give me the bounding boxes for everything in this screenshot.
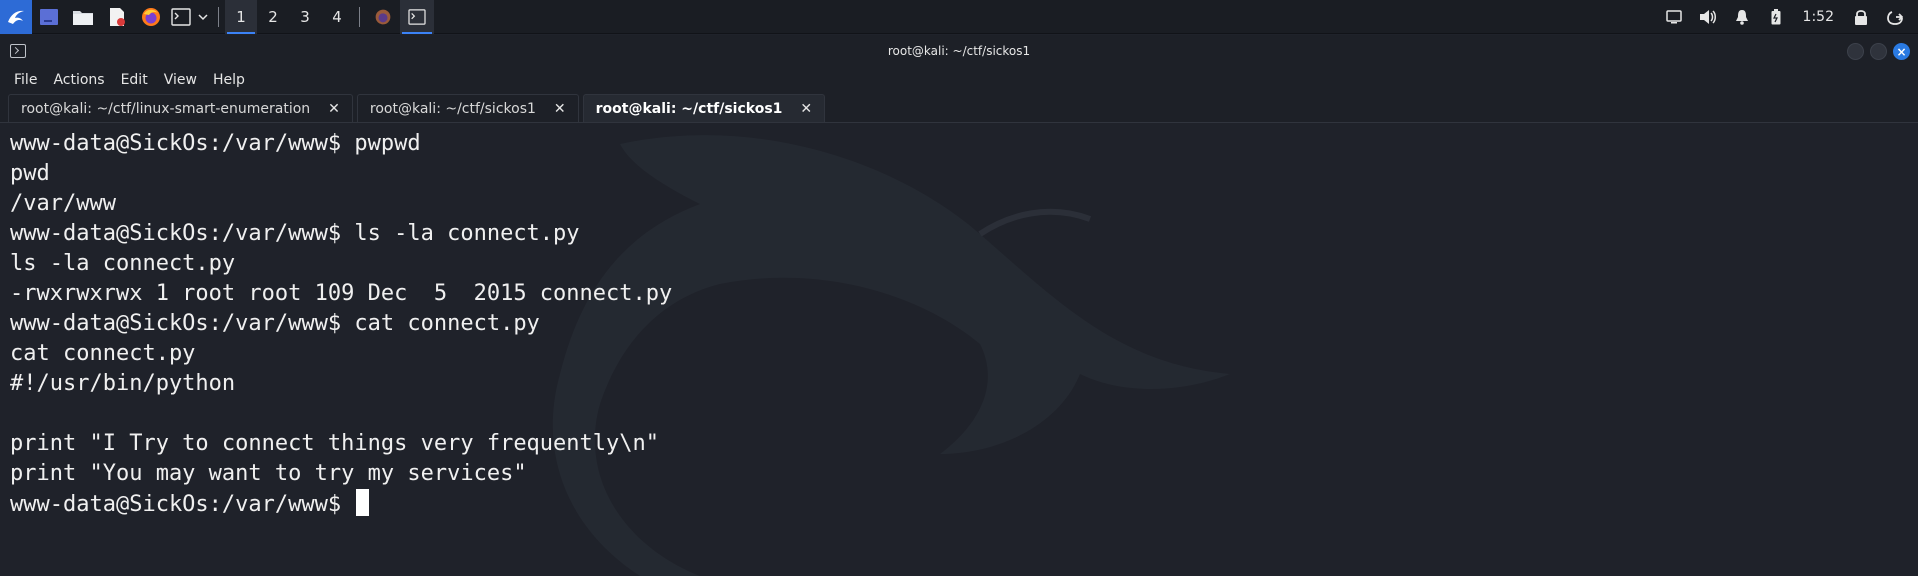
chevron-down-icon[interactable] (194, 0, 212, 34)
workspace-3[interactable]: 3 (289, 0, 321, 34)
tab-label: root@kali: ~/ctf/linux-smart-enumeration (21, 100, 311, 117)
terminal-line: -rwxrwxrwx 1 root root 109 Dec 5 2015 co… (10, 281, 673, 306)
terminal-icon[interactable] (168, 0, 194, 34)
text-editor-icon[interactable] (100, 0, 134, 34)
close-icon[interactable]: ✕ (554, 101, 566, 117)
terminal-window-button[interactable] (400, 0, 434, 34)
menubar: File Actions Edit View Help (0, 67, 1918, 93)
desktop-icon[interactable] (32, 0, 66, 34)
terminal-line: #!/usr/bin/python (10, 371, 236, 396)
menu-view[interactable]: View (156, 72, 205, 88)
window-titlebar[interactable]: root@kali: ~/ctf/sickos1 × (0, 35, 1918, 67)
terminal-prompt-line[interactable]: www-data@SickOs:/var/www$ (10, 489, 672, 519)
terminal-line: print "I Try to connect things very freq… (10, 431, 660, 456)
terminal-line: cat connect.py (10, 341, 196, 366)
terminal-line: pwd (10, 161, 50, 186)
clock[interactable]: 1:52 (1793, 9, 1844, 25)
terminal-line: ls -la connect.py (10, 251, 236, 276)
window-controls: × (1847, 43, 1910, 60)
bell-icon[interactable] (1725, 0, 1759, 34)
terminal-line: print "You may want to try my services" (10, 461, 527, 486)
workspace-label: 4 (332, 7, 342, 26)
tab-sickos1-active[interactable]: root@kali: ~/ctf/sickos1 ✕ (582, 94, 826, 122)
maximize-button[interactable] (1870, 43, 1887, 60)
close-button[interactable]: × (1893, 43, 1910, 60)
lock-icon[interactable] (1844, 0, 1878, 34)
panel-launchers: 1 2 3 4 (0, 0, 434, 34)
workspace-label: 1 (236, 7, 246, 26)
menu-help[interactable]: Help (205, 72, 253, 88)
close-icon[interactable]: ✕ (328, 101, 340, 117)
workspace-label: 3 (300, 7, 310, 26)
workspace-4[interactable]: 4 (321, 0, 353, 34)
terminal-line: www-data@SickOs:/var/www$ cat connect.py (10, 311, 540, 336)
terminal-icon (10, 44, 26, 58)
menu-file[interactable]: File (6, 72, 45, 88)
terminal-prompt: www-data@SickOs:/var/www$ (10, 492, 355, 517)
window-title: root@kali: ~/ctf/sickos1 (887, 44, 1031, 58)
menu-actions[interactable]: Actions (45, 72, 112, 88)
firefox-window-button[interactable] (366, 0, 400, 34)
top-panel: 1 2 3 4 1:52 (0, 0, 1918, 34)
tab-linux-smart-enumeration[interactable]: root@kali: ~/ctf/linux-smart-enumeration… (8, 94, 353, 122)
terminal-line: www-data@SickOs:/var/www$ ls -la connect… (10, 221, 580, 246)
text-cursor (356, 489, 370, 516)
tab-sickos1[interactable]: root@kali: ~/ctf/sickos1 ✕ (356, 94, 579, 122)
minimize-button[interactable] (1847, 43, 1864, 60)
tab-label: root@kali: ~/ctf/sickos1 (595, 100, 783, 117)
system-tray: 1:52 (1657, 0, 1918, 33)
volume-icon[interactable] (1691, 0, 1725, 34)
close-icon[interactable]: ✕ (800, 101, 812, 117)
close-icon: × (1896, 44, 1907, 59)
workspace-1[interactable]: 1 (225, 0, 257, 34)
battery-icon[interactable] (1759, 0, 1793, 34)
workspace-2[interactable]: 2 (257, 0, 289, 34)
tab-bar: root@kali: ~/ctf/linux-smart-enumeration… (0, 93, 1918, 123)
terminal-lines: www-data@SickOs:/var/www$ pwpwd pwd /var… (10, 129, 672, 519)
file-manager-icon[interactable] (66, 0, 100, 34)
firefox-icon[interactable] (134, 0, 168, 34)
power-icon[interactable] (1878, 0, 1912, 34)
terminal-line: www-data@SickOs:/var/www$ pwpwd (10, 131, 421, 156)
panel-separator (218, 6, 219, 27)
terminal-line: /var/www (10, 191, 116, 216)
kali-menu-icon[interactable] (0, 0, 32, 34)
workspace-label: 2 (268, 7, 278, 26)
panel-separator (359, 6, 360, 27)
display-icon[interactable] (1657, 0, 1691, 34)
terminal-output[interactable]: www-data@SickOs:/var/www$ pwpwd pwd /var… (0, 124, 1918, 576)
tab-label: root@kali: ~/ctf/sickos1 (369, 100, 536, 117)
menu-edit[interactable]: Edit (113, 72, 156, 88)
